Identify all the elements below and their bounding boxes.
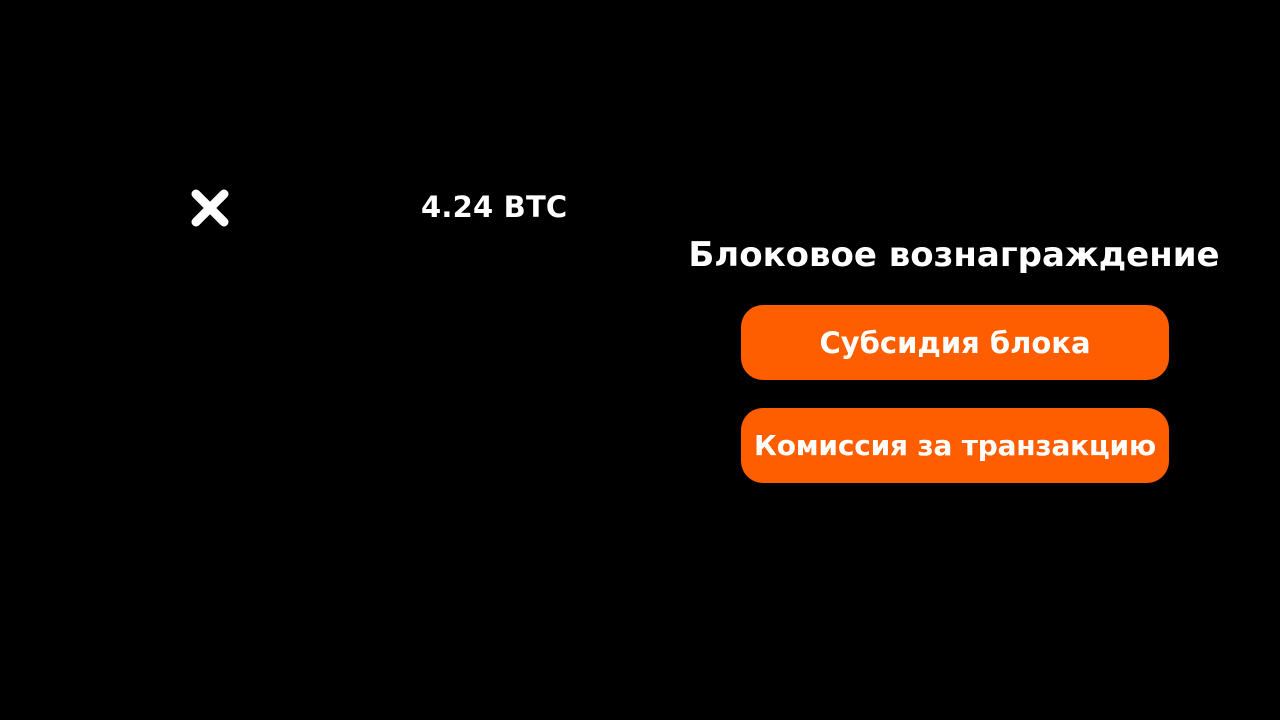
transaction-fee-button[interactable]: Комиссия за транзакцию [741, 408, 1169, 483]
btc-amount: 4.24 BTC [421, 190, 568, 224]
option-label: Субсидия блока [819, 325, 1091, 360]
option-label: Комиссия за транзакцию [754, 429, 1156, 462]
quiz-screen: 4.24 BTC Блоковое вознаграждение Субсиди… [0, 0, 1280, 720]
block-subsidy-button[interactable]: Субсидия блока [741, 305, 1169, 380]
question-heading: Блоковое вознаграждение [688, 235, 1220, 275]
close-icon[interactable] [188, 186, 232, 230]
